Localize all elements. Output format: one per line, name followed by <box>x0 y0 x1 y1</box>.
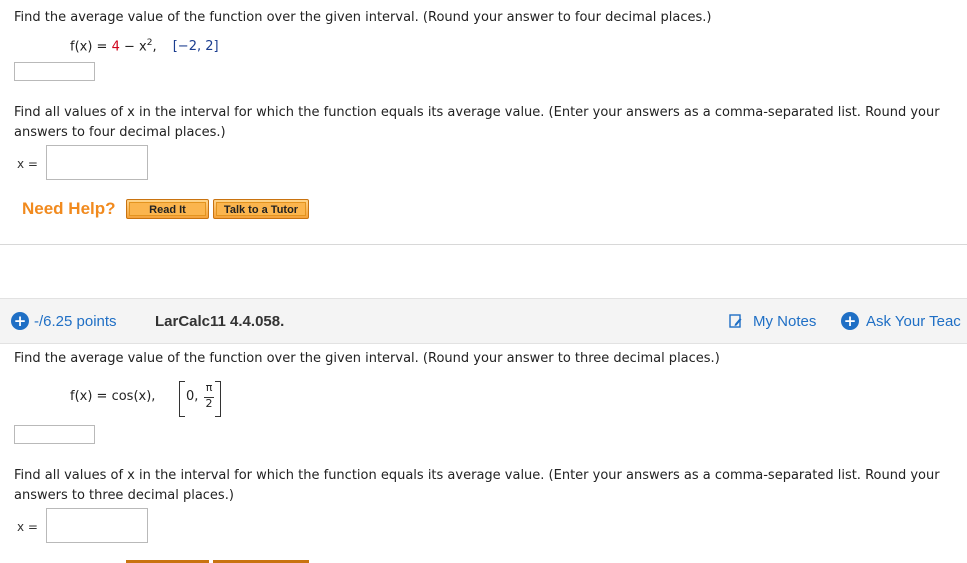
read-it-button[interactable]: Read It <box>126 199 209 219</box>
section-divider <box>0 244 967 245</box>
q1-prompt: Find the average value of the function o… <box>14 10 712 25</box>
q2-interval-start: 0, <box>186 389 199 404</box>
talk-to-tutor-button[interactable]: Talk to a Tutor <box>213 199 309 219</box>
q2-points: -/6.25 points <box>34 313 117 330</box>
q2-function: f(x) = cos(x), <box>70 389 156 404</box>
notes-icon <box>729 314 742 329</box>
q2-interval-denominator: 2 <box>205 397 213 410</box>
q1-average-input[interactable] <box>14 62 95 81</box>
q2-interval-left-bracket <box>179 381 185 417</box>
talk-to-tutor-label: Talk to a Tutor <box>216 202 306 216</box>
q1-prompt2-line1: Find all values of x in the interval for… <box>14 105 940 120</box>
q2-interval-numerator: π <box>205 381 213 394</box>
q1-x-input[interactable] <box>46 145 148 180</box>
q2-prompt2-line1: Find all values of x in the interval for… <box>14 468 940 483</box>
q2-prompt: Find the average value of the function o… <box>14 351 720 366</box>
q1-func-const: 4 <box>111 39 120 55</box>
my-notes-link[interactable]: My Notes <box>753 313 816 330</box>
q1-x-label: x = <box>17 157 38 171</box>
q1-function: f(x) = 4 − x2, [−2, 2] <box>70 38 219 54</box>
q1-prompt2-line2: answers to four decimal places.) <box>14 125 226 140</box>
read-it-label: Read It <box>129 202 206 216</box>
ask-your-teacher-link[interactable]: Ask Your Teac <box>866 313 961 330</box>
q2-interval-right-bracket <box>215 381 221 417</box>
q1-func-lhs: f(x) = <box>70 39 112 55</box>
q2-x-label: x = <box>17 520 38 534</box>
q2-header <box>0 298 967 344</box>
q2-x-input[interactable] <box>46 508 148 543</box>
q1-func-comma: , <box>152 39 157 55</box>
need-help-label: Need Help? <box>22 199 116 218</box>
q1-interval: [−2, 2] <box>172 39 219 55</box>
q1-func-rest: − x <box>119 39 147 55</box>
q2-question-id: LarCalc11 4.4.058. <box>155 313 285 330</box>
expand-plus-icon[interactable]: + <box>11 312 29 330</box>
ask-teacher-plus-icon[interactable]: + <box>841 312 859 330</box>
q2-prompt2-line2: answers to three decimal places.) <box>14 488 234 503</box>
q2-average-input[interactable] <box>14 425 95 444</box>
